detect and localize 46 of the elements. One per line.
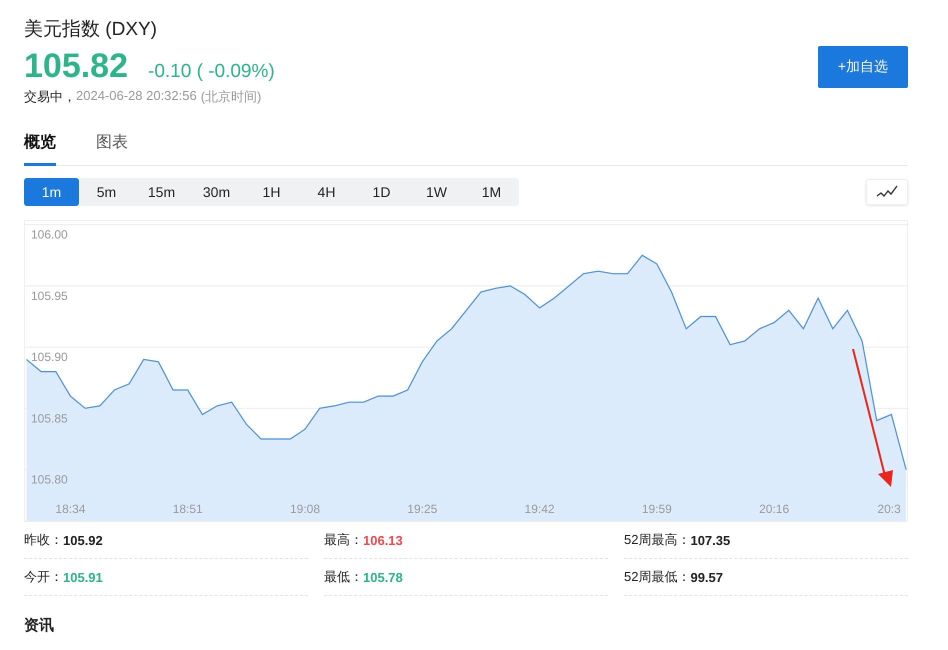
y-axis-label: 106.00 (31, 228, 68, 242)
x-axis-label: 19:59 (642, 502, 672, 516)
timestamp: 2024-06-28 20:32:56 (76, 88, 197, 105)
x-axis-label: 19:25 (407, 502, 438, 516)
x-axis-label: 19:08 (290, 502, 320, 516)
stat-label: 最高： (324, 531, 363, 549)
stat-label: 昨收： (24, 531, 63, 549)
stat-value: 105.92 (63, 532, 103, 548)
period-button[interactable]: 30m (189, 178, 244, 206)
y-axis-label: 105.85 (31, 411, 68, 426)
period-button[interactable]: 4H (299, 178, 354, 206)
period-button[interactable]: 1M (464, 178, 519, 206)
x-axis-label: 20:16 (759, 502, 790, 516)
y-axis-label: 105.95 (31, 288, 68, 303)
stat-label: 最低： (324, 568, 363, 586)
stat-value: 99.57 (690, 570, 724, 584)
trading-status: 交易中， (24, 88, 76, 106)
y-axis-label: 105.90 (31, 350, 68, 364)
section-title: 资讯 (24, 616, 55, 635)
index-title: 美元指数 (DXY) (24, 18, 158, 42)
tab[interactable]: 概览 (24, 128, 56, 166)
stat-value: 105.78 (363, 570, 403, 584)
y-axis-label: 105.80 (31, 472, 68, 487)
add-watchlist-button[interactable]: +加自选 (818, 46, 908, 88)
x-axis-label: 18:51 (172, 502, 203, 516)
price-change: -0.10 ( -0.09%) (148, 61, 275, 83)
stat-value: 106.13 (363, 532, 403, 548)
x-axis-label: 18:34 (55, 502, 86, 516)
stat-label: 今开： (24, 568, 63, 586)
price-value: 105.82 (24, 46, 128, 86)
stat-label: 52周最低： (624, 568, 690, 586)
period-button[interactable]: 15m (134, 178, 189, 206)
x-axis-label: 20:3 (877, 502, 901, 516)
line-chart-icon (876, 185, 898, 199)
period-button[interactable]: 1H (244, 178, 299, 206)
chart-type-button[interactable] (866, 179, 908, 205)
period-button[interactable]: 1m (24, 178, 79, 206)
period-button[interactable]: 1D (354, 178, 409, 206)
stat-value: 105.91 (63, 570, 103, 584)
x-axis-label: 19:42 (524, 502, 555, 516)
tab[interactable]: 图表 (96, 128, 128, 166)
stat-label: 52周最高： (624, 531, 690, 549)
period-button[interactable]: 1W (409, 178, 464, 206)
stat-value: 107.35 (690, 532, 730, 548)
timezone-label: (北京时间) (200, 88, 262, 106)
period-button[interactable]: 5m (79, 178, 134, 206)
